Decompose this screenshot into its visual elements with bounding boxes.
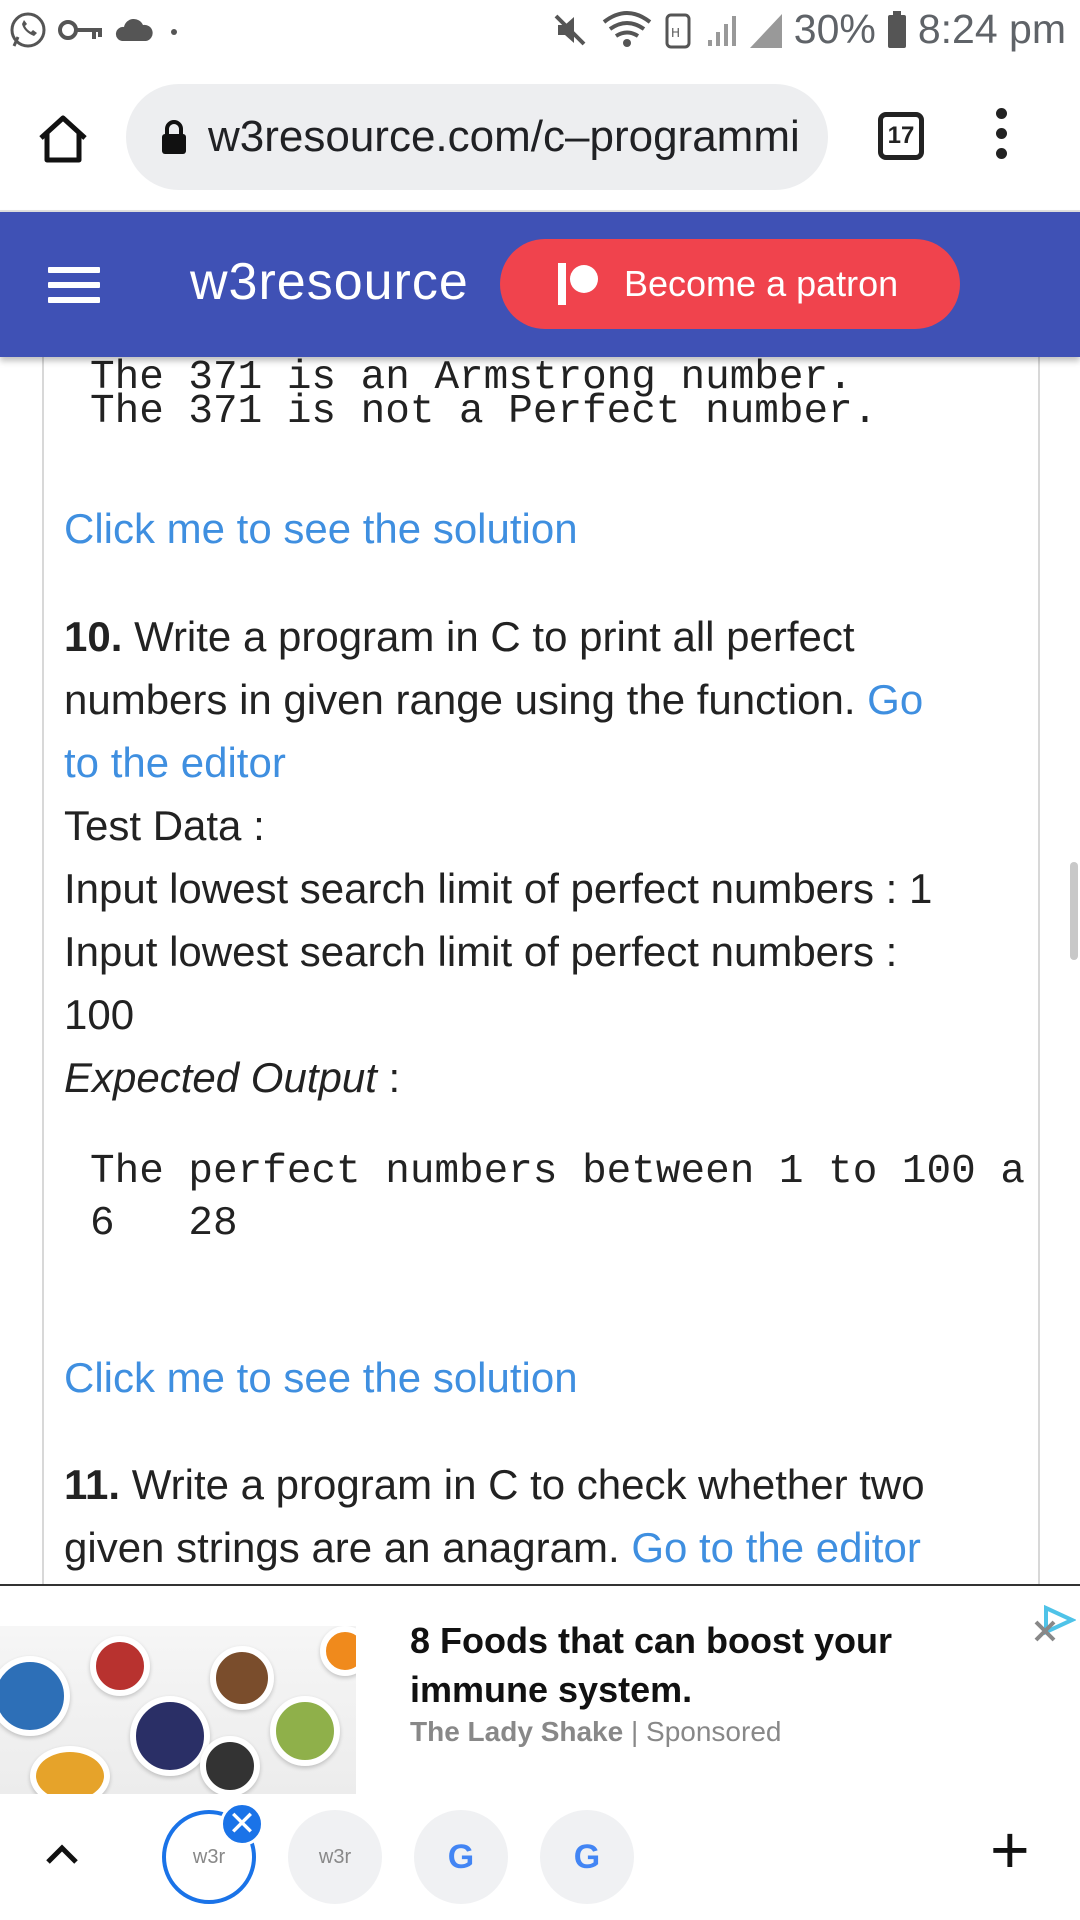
exercise-11: 11. Write a program in C to check whethe… bbox=[64, 1453, 1024, 1579]
exercise-text: Write a program in C to print all perfec… bbox=[134, 613, 855, 660]
tab-google[interactable]: G bbox=[540, 1810, 634, 1904]
close-tab-icon[interactable]: ✕ bbox=[220, 1802, 264, 1846]
solution-link[interactable]: Click me to see the solution bbox=[64, 505, 578, 553]
solution-link[interactable]: Click me to see the solution bbox=[64, 1354, 578, 1402]
dot-icon bbox=[171, 29, 177, 35]
prev-output-line-2: The 371 is not a Perfect number. bbox=[90, 389, 878, 435]
bottom-tab-strip: w3r ✕ w3r G G + bbox=[0, 1794, 1080, 1920]
go-to-editor-link[interactable]: to the editor bbox=[64, 731, 1024, 794]
exercise-text: Write a program in C to check whether tw… bbox=[131, 1461, 925, 1508]
scrollbar-thumb[interactable] bbox=[1070, 862, 1078, 960]
input-line: Input lowest search limit of perfect num… bbox=[64, 865, 933, 912]
battery-icon bbox=[887, 10, 906, 48]
whatsapp-icon bbox=[10, 12, 46, 48]
ad-title[interactable]: 8 Foods that can boost your immune syste… bbox=[410, 1616, 970, 1714]
status-bar: H 30% 8:24 pm bbox=[0, 0, 1080, 64]
site-brand[interactable]: w3resource bbox=[190, 252, 469, 312]
new-tab-button[interactable]: + bbox=[990, 1816, 1030, 1884]
cloud-icon bbox=[115, 18, 153, 41]
output-line-2: 6 28 bbox=[90, 1201, 238, 1247]
go-to-editor-link[interactable]: Go to the editor bbox=[631, 1524, 921, 1571]
lock-icon bbox=[162, 120, 186, 154]
url-text: w3resource.com/c–programmi bbox=[208, 112, 800, 161]
sponsored-ad[interactable]: 8 Foods that can boost your immune syste… bbox=[0, 1584, 1080, 1796]
hamburger-menu-icon[interactable] bbox=[48, 267, 100, 312]
chevron-up-icon[interactable] bbox=[44, 1842, 80, 1866]
key-icon bbox=[58, 20, 102, 40]
overflow-menu-icon[interactable] bbox=[996, 108, 1010, 168]
browser-toolbar: w3resource.com/c–programmi 17 bbox=[0, 64, 1080, 212]
ad-image-food-bowls bbox=[0, 1626, 356, 1796]
exercise-number: 10. bbox=[64, 613, 123, 660]
signal-icon-1 bbox=[707, 15, 736, 46]
exercise-text: numbers in given range using the functio… bbox=[64, 676, 856, 723]
mute-icon bbox=[554, 14, 586, 45]
input-line: 100 bbox=[64, 991, 135, 1038]
tab-google[interactable]: G bbox=[414, 1810, 508, 1904]
home-icon[interactable] bbox=[36, 114, 90, 164]
expected-output-label: Expected Output : bbox=[64, 1054, 401, 1101]
adchoices-close-icon[interactable] bbox=[1032, 1602, 1076, 1646]
signal-icon-2 bbox=[749, 13, 782, 48]
go-to-editor-link[interactable]: Go bbox=[867, 676, 923, 723]
tab-switcher-button[interactable]: 17 bbox=[878, 112, 924, 160]
ad-source: The Lady Shake | Sponsored bbox=[410, 1716, 782, 1747]
status-right: H 30% 8:24 pm bbox=[550, 6, 1066, 53]
svg-text:H: H bbox=[671, 26, 680, 40]
address-bar[interactable]: w3resource.com/c–programmi bbox=[126, 84, 828, 190]
patreon-icon bbox=[558, 263, 598, 305]
volte-icon: H bbox=[665, 13, 691, 48]
site-header: w3resource Become a patron bbox=[0, 212, 1080, 357]
battery-percent: 30% bbox=[793, 6, 876, 52]
wifi-icon bbox=[602, 10, 652, 47]
exercise-text: given strings are an anagram. bbox=[64, 1524, 620, 1571]
become-patron-button[interactable]: Become a patron bbox=[500, 239, 960, 329]
exercise-10: 10. Write a program in C to print all pe… bbox=[64, 605, 1024, 1109]
article-content: The 371 is an Armstrong number. The 371 … bbox=[42, 357, 1040, 1584]
output-line-1: The perfect numbers between 1 to 100 a bbox=[90, 1149, 1025, 1195]
patron-label: Become a patron bbox=[624, 263, 899, 304]
tab-w3resource[interactable]: w3r bbox=[288, 1810, 382, 1904]
status-left-icons bbox=[8, 10, 184, 50]
exercise-number: 11. bbox=[64, 1461, 121, 1508]
input-line: Input lowest search limit of perfect num… bbox=[64, 928, 898, 975]
clock: 8:24 pm bbox=[917, 6, 1066, 52]
test-data-label: Test Data : bbox=[64, 802, 265, 849]
